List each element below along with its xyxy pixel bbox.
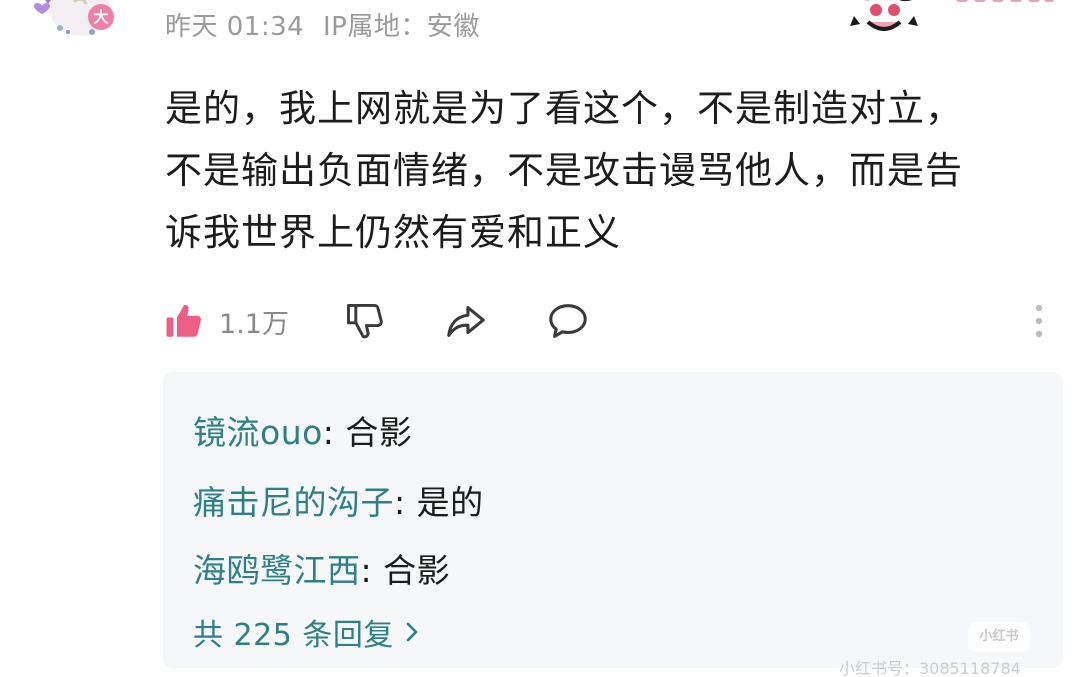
comment-meta: 昨天 01:34 IP属地：安徽 bbox=[165, 6, 490, 43]
avatar-image-right bbox=[850, 0, 918, 36]
reply-separator: : bbox=[360, 551, 384, 590]
view-more-replies-link[interactable]: 共 225 条回复 bbox=[193, 610, 420, 654]
comment-actions: 1.1万 bbox=[163, 296, 1063, 346]
reply-text: 是的 bbox=[416, 483, 484, 522]
more-vertical-icon bbox=[1035, 304, 1043, 338]
decorative-dots bbox=[956, 0, 1054, 2]
reply-username[interactable]: 镜流ouo bbox=[193, 413, 323, 452]
comment-icon bbox=[549, 304, 587, 338]
reply-button[interactable] bbox=[545, 296, 591, 346]
reply-separator: : bbox=[394, 483, 417, 522]
author-level-badge: 大 bbox=[88, 4, 114, 30]
more-replies-label: 共 225 条回复 bbox=[193, 618, 394, 653]
reply-item[interactable]: 镜流ouo: 合影 bbox=[193, 406, 412, 454]
thumbs-down-icon bbox=[347, 303, 383, 339]
reply-text: 合影 bbox=[345, 413, 413, 452]
comment-line: 是的，我上网就是为了看这个，不是制造对立， bbox=[165, 87, 963, 130]
like-button[interactable]: 1.1万 bbox=[163, 296, 289, 346]
more-options-button[interactable] bbox=[1027, 296, 1051, 346]
chevron-right-icon bbox=[406, 622, 418, 642]
reply-separator: : bbox=[322, 413, 346, 452]
dislike-button[interactable] bbox=[343, 296, 387, 346]
ip-location: IP属地：安徽 bbox=[322, 12, 480, 42]
comment-line: 诉我世界上仍然有爱和正义 bbox=[165, 211, 621, 254]
comment-time: 昨天 01:34 bbox=[165, 12, 305, 42]
thumbs-up-icon bbox=[166, 305, 201, 337]
comment-screen: 大 昨天 01:34 IP属地：安徽 是的，我上网就是为了看这个，不是制造对立，… bbox=[0, 0, 1080, 677]
share-button[interactable] bbox=[443, 296, 489, 346]
reply-username[interactable]: 海鸥鹭江西 bbox=[193, 551, 361, 590]
share-icon bbox=[447, 306, 485, 337]
reply-item[interactable]: 海鸥鹭江西: 合影 bbox=[193, 544, 450, 592]
comment-text: 是的，我上网就是为了看这个，不是制造对立， 不是输出负面情绪，不是攻击谩骂他人，… bbox=[165, 78, 1045, 264]
watermark-text: 小红书号：3085118784 bbox=[839, 659, 1021, 677]
watermark-logo: 小红书 bbox=[968, 622, 1030, 652]
comment-line: 不是输出负面情绪，不是攻击谩骂他人，而是告 bbox=[165, 149, 963, 192]
like-count: 1.1万 bbox=[219, 308, 289, 340]
reply-item[interactable]: 痛击尼的沟子: 是的 bbox=[193, 476, 484, 524]
reply-username[interactable]: 痛击尼的沟子 bbox=[193, 483, 394, 522]
reply-preview-box: 镜流ouo: 合影 痛击尼的沟子: 是的 海鸥鹭江西: 合影 共 225 条回复… bbox=[163, 372, 1063, 677]
reply-text: 合影 bbox=[383, 551, 451, 590]
top-right-avatar bbox=[838, 0, 938, 36]
